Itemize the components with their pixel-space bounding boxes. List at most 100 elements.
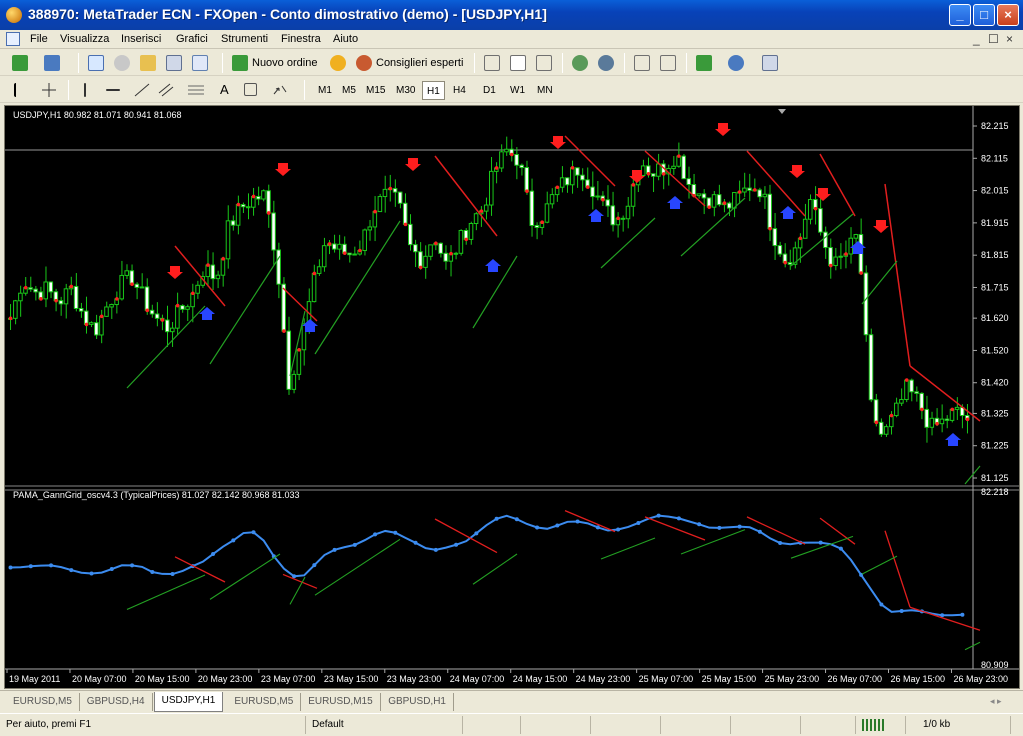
- profiles-icon[interactable]: [44, 55, 60, 71]
- menu-window[interactable]: Finestra: [281, 33, 321, 45]
- tab-scroll-arrows[interactable]: ◂ ▸: [990, 696, 1002, 707]
- price-tick-label: 81.420: [981, 378, 1009, 388]
- chart-tab[interactable]: USDJPY,H1: [153, 692, 224, 712]
- candle: [89, 322, 94, 325]
- zoom-out-icon[interactable]: [598, 55, 614, 71]
- candle: [124, 270, 130, 276]
- timeframe-d1[interactable]: D1: [479, 81, 500, 100]
- menu-view[interactable]: Visualizza: [60, 33, 109, 45]
- candle: [914, 391, 919, 394]
- timeframe-m5[interactable]: M5: [338, 81, 360, 100]
- indicator-point: [231, 538, 236, 543]
- candle: [413, 244, 418, 253]
- chart-shift-icon[interactable]: [660, 55, 676, 71]
- navigator-icon[interactable]: [114, 55, 130, 71]
- time-tick-label: 20 May 23:00: [198, 674, 253, 684]
- chart-tab[interactable]: GBPUSD,H4: [80, 693, 153, 711]
- equidistant-channel-icon[interactable]: [158, 83, 174, 99]
- metaeditor-icon[interactable]: [330, 55, 346, 71]
- candle: [245, 206, 251, 209]
- candle: [372, 211, 378, 228]
- text-label-icon[interactable]: [244, 83, 257, 96]
- chart-tab[interactable]: EURUSD,M15: [301, 693, 381, 711]
- candle: [402, 202, 408, 225]
- price-chart[interactable]: USDJPY,H1 80.982 81.071 80.941 81.068 PAM…: [5, 106, 1019, 688]
- sell-arrow-icon: [715, 123, 731, 136]
- new-chart-icon[interactable]: [12, 55, 28, 71]
- chart-tab[interactable]: EURUSD,M5: [6, 693, 80, 711]
- timeframe-m1[interactable]: M1: [314, 81, 336, 100]
- mdi-minimize-button[interactable]: _: [973, 32, 980, 46]
- price-tick-label: 82.015: [981, 186, 1009, 196]
- candle: [119, 274, 124, 300]
- text-tool-button[interactable]: A: [220, 80, 229, 100]
- candle: [954, 406, 960, 410]
- timeframe-mn[interactable]: MN: [533, 81, 557, 100]
- minimize-button[interactable]: _: [949, 4, 971, 26]
- indicators-icon[interactable]: [696, 55, 712, 71]
- menu-file[interactable]: File: [30, 33, 48, 45]
- pama-dot: [540, 220, 544, 225]
- status-traffic: 1/0 kb: [923, 719, 951, 730]
- chart-window[interactable]: USDJPY,H1 80.982 81.071 80.941 81.068 PAM…: [4, 105, 1020, 689]
- mdi-close-button[interactable]: ×: [1006, 32, 1013, 46]
- templates-icon[interactable]: [762, 55, 778, 71]
- fibonacci-retracement-icon[interactable]: [188, 83, 204, 99]
- candle: [570, 167, 575, 186]
- new-order-icon[interactable]: [232, 55, 248, 71]
- timeframe-h1[interactable]: H1: [422, 81, 445, 100]
- candle: [873, 399, 879, 423]
- vertical-line-icon[interactable]: [84, 83, 86, 97]
- candle: [833, 256, 838, 267]
- candle: [271, 212, 276, 251]
- mdi-restore-button[interactable]: ☐: [988, 32, 999, 46]
- expert-advisors-button[interactable]: Consiglieri esperti: [376, 53, 463, 73]
- arrows-icon[interactable]: [272, 84, 288, 96]
- menu-tools[interactable]: Strumenti: [221, 33, 268, 45]
- pama-dot: [737, 190, 742, 194]
- chart-tab[interactable]: EURUSD,M5: [227, 693, 302, 711]
- timeframe-m30[interactable]: M30: [392, 81, 419, 100]
- time-tick-label: 24 May 15:00: [513, 674, 568, 684]
- horizontal-line-icon[interactable]: [106, 89, 120, 91]
- chart-tab[interactable]: GBPUSD,H1: [381, 693, 454, 711]
- timeframe-m15[interactable]: M15: [362, 81, 389, 100]
- menu-insert[interactable]: Inserisci: [121, 33, 161, 45]
- candle: [48, 281, 54, 293]
- maximize-button[interactable]: □: [973, 4, 995, 26]
- up-trend-ray: [209, 255, 281, 365]
- candle: [605, 199, 611, 207]
- candle: [311, 272, 317, 303]
- timeframe-w1[interactable]: W1: [506, 81, 529, 100]
- autoscroll-icon[interactable]: [634, 55, 650, 71]
- candlestick-chart-icon[interactable]: [510, 55, 526, 71]
- pama-dot: [631, 182, 636, 187]
- expert-advisors-icon[interactable]: [356, 55, 372, 71]
- terminal-icon[interactable]: [166, 55, 182, 71]
- bar-chart-icon[interactable]: [484, 55, 500, 71]
- crosshair-icon[interactable]: [42, 83, 56, 97]
- menu-charts[interactable]: Grafici: [176, 33, 208, 45]
- periods-icon[interactable]: [728, 55, 744, 71]
- indicator-point: [28, 564, 33, 569]
- candle: [220, 258, 226, 276]
- cursor-icon[interactable]: [14, 83, 24, 97]
- strategy-tester-icon[interactable]: [192, 55, 208, 71]
- candle: [276, 249, 281, 285]
- line-chart-icon[interactable]: [536, 55, 552, 71]
- chart-window-icon[interactable]: [6, 32, 20, 46]
- candle: [180, 305, 185, 310]
- close-button[interactable]: ×: [997, 4, 1019, 26]
- pama-dot: [312, 271, 317, 276]
- metatrader-app-icon[interactable]: [6, 7, 22, 23]
- zoom-in-icon[interactable]: [572, 55, 588, 71]
- market-watch-icon[interactable]: [88, 55, 104, 71]
- timeframe-h4[interactable]: H4: [449, 81, 470, 100]
- trendline-icon[interactable]: [134, 83, 150, 99]
- data-window-icon[interactable]: [140, 55, 156, 71]
- new-order-button[interactable]: Nuovo ordine: [252, 53, 317, 73]
- pama-dot: [191, 291, 195, 296]
- menu-help[interactable]: Aiuto: [333, 33, 358, 45]
- indicator-tick-label: 82.218: [981, 487, 1009, 497]
- standard-toolbar: Nuovo ordine Consiglieri esperti: [0, 50, 1023, 76]
